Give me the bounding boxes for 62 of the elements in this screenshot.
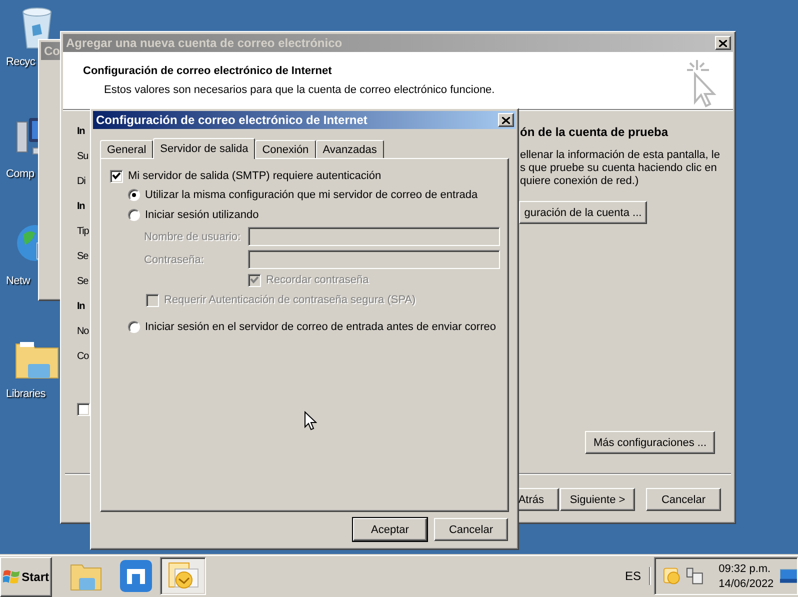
checkbox[interactable] [77, 403, 90, 416]
check-icon [112, 172, 121, 180]
field-label: Di [77, 175, 86, 189]
field-label: Nombre de usuario: [144, 230, 242, 242]
clock-time[interactable]: 09:32 p.m. [718, 562, 774, 574]
field-label: Se [77, 250, 88, 264]
checkbox-label: Recordar contraseña [266, 274, 369, 286]
desktop-icon-label[interactable]: Comp [6, 168, 34, 180]
description-text: s que pruebe su cuenta haciendo clic en [520, 162, 717, 175]
tab[interactable]: General [100, 140, 154, 158]
radio-label: Utilizar la misma configuración que mi servidor de correo de entrada [145, 189, 478, 201]
section-heading: In [77, 125, 85, 139]
taskbar-app-button[interactable] [160, 557, 206, 595]
section-heading: ón de la cuenta de prueba [520, 125, 668, 139]
tab[interactable]: Servidor de salida [153, 138, 256, 159]
wizard-button[interactable]: Cancelar [646, 488, 721, 511]
radio-label: Iniciar sesión utilizando [145, 209, 259, 221]
browser-icon [120, 560, 152, 592]
start-button[interactable]: Start [0, 557, 52, 597]
window-title: Agregar una nueva cuenta de correo electrónico [66, 36, 342, 50]
test-account-button[interactable]: guración de la cuenta ... [519, 201, 647, 224]
field-label: Contraseña: [144, 254, 205, 266]
field-label: Se [77, 275, 88, 289]
section-heading: In [77, 200, 85, 214]
close-icon [719, 40, 727, 46]
desktop-icon-label[interactable]: Netw [6, 275, 30, 287]
radio-label: Iniciar sesión en el servidor de correo de entrada antes de enviar correo [145, 321, 496, 333]
field-label: Co [77, 350, 89, 364]
windows-logo-icon [3, 569, 21, 585]
dialog-button[interactable]: Cancelar [434, 518, 508, 541]
checkbox[interactable] [110, 170, 123, 182]
field-label: Su [77, 150, 88, 164]
language-indicator[interactable]: ES [624, 567, 650, 585]
description-text: ellenar la información de esta pantalla, le [520, 149, 720, 162]
close-icon [502, 116, 510, 124]
section-heading: In [77, 300, 85, 314]
header-title: Configuración de correo electrónico de Internet [83, 65, 333, 77]
mail-icon [167, 561, 199, 591]
checkbox-label: Requerir Autenticación de contraseña segura (SPA) [164, 294, 416, 306]
window-title: Co [44, 44, 60, 58]
dialog-button[interactable]: Aceptar [353, 518, 427, 541]
close-button[interactable] [715, 36, 731, 50]
mouse-pointer-icon [304, 411, 317, 431]
tab[interactable]: Conexión [255, 140, 316, 158]
more-settings-button[interactable]: Más configuraciones ... [585, 431, 715, 454]
clock-date[interactable]: 14/06/2022 [718, 578, 774, 590]
wizard-button[interactable]: Siguiente > [560, 488, 635, 511]
radio-button[interactable] [128, 189, 140, 201]
show-desktop-icon[interactable] [780, 569, 797, 583]
field-label: Tip [77, 225, 89, 239]
field-label: No [77, 325, 89, 339]
radio-button[interactable] [128, 209, 140, 221]
check-icon [250, 276, 259, 284]
checkbox-label: Mi servidor de salida (SMTP) requiere autenticación [128, 170, 382, 182]
header-subtitle: Estos valores son necesarios para que la cuenta de correo electrónico funcione. [104, 84, 496, 96]
description-text: quiere conexión de red.) [520, 175, 639, 188]
tab[interactable]: Avanzadas [316, 140, 384, 158]
window-title: Configuración de correo electrónico de Internet [96, 113, 368, 127]
close-button[interactable] [498, 113, 514, 127]
desktop-icon-label[interactable]: Libraries [6, 388, 46, 400]
desktop-icon-label[interactable]: Recyc [6, 56, 36, 68]
radio-button[interactable] [128, 321, 140, 333]
